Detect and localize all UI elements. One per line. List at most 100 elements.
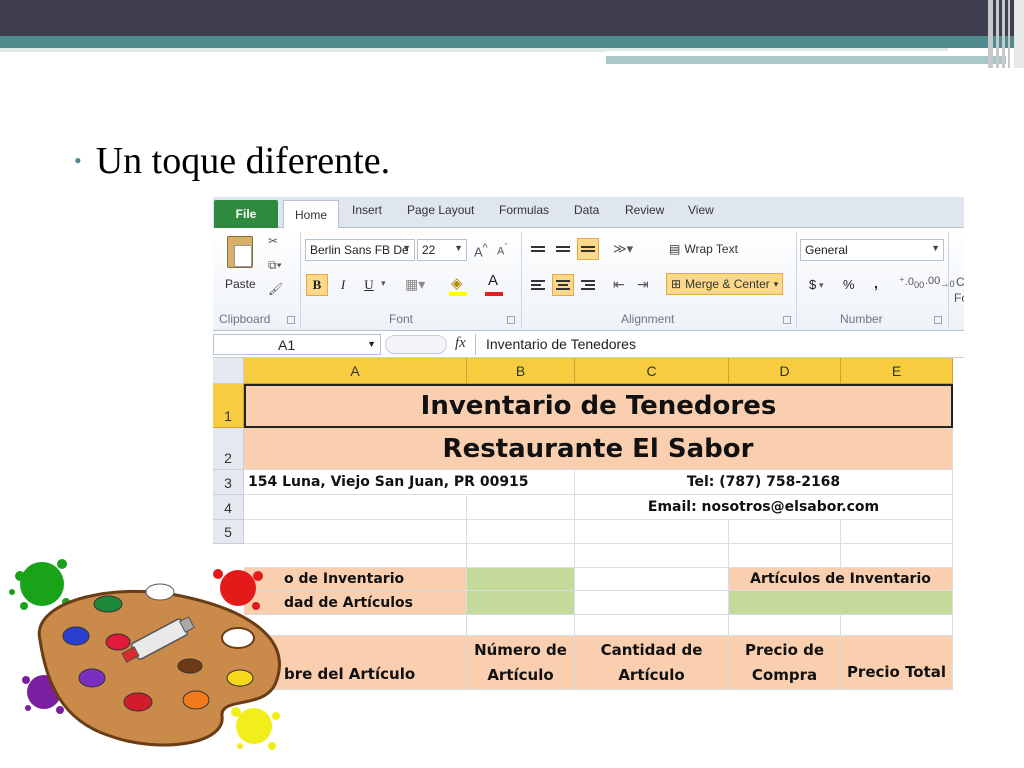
inventory-items-input-cell[interactable] xyxy=(729,591,953,615)
decrease-decimal-icon[interactable]: .00→0 xyxy=(925,275,955,289)
grow-font-icon[interactable]: A^ xyxy=(474,242,488,259)
name-box[interactable]: A1 ▼ xyxy=(213,334,381,355)
percent-button[interactable]: % xyxy=(843,277,855,292)
format-label[interactable]: Fo xyxy=(954,291,964,305)
title-cell[interactable]: Inventario de Tenedores xyxy=(244,384,953,428)
cell[interactable] xyxy=(729,615,841,636)
group-separator xyxy=(948,232,949,328)
group-separator xyxy=(300,232,301,328)
font-name-select[interactable]: Berlin Sans FB De ▼ xyxy=(305,239,415,261)
cell[interactable] xyxy=(575,591,729,615)
column-header[interactable]: E xyxy=(841,358,953,384)
slide-stripe xyxy=(1008,0,1010,68)
italic-button[interactable]: I xyxy=(332,274,354,296)
cell[interactable] xyxy=(729,520,841,544)
bottom-align-icon[interactable] xyxy=(577,238,599,260)
cell[interactable] xyxy=(244,495,467,520)
top-align-icon[interactable] xyxy=(527,238,549,260)
item-number-header-cell[interactable]: Número de Artículo xyxy=(467,636,575,690)
formula-bar-splitter[interactable] xyxy=(385,335,447,354)
inventory-input-cell[interactable] xyxy=(467,568,575,591)
cell[interactable] xyxy=(575,568,729,591)
formula-input[interactable]: Inventario de Tenedores xyxy=(475,334,964,355)
conditional-formatting-label[interactable]: C xyxy=(956,275,964,289)
group-label-clipboard: Clipboard xyxy=(219,312,271,326)
paste-button[interactable]: Paste xyxy=(225,277,256,291)
currency-button[interactable]: $ xyxy=(809,277,816,292)
paint-blob-yellow xyxy=(226,669,254,687)
bullet-dot-icon: • xyxy=(74,148,82,173)
cell[interactable] xyxy=(575,544,729,568)
alignment-launcher-icon[interactable] xyxy=(783,316,791,324)
tab-page-layout[interactable]: Page Layout xyxy=(407,203,474,217)
orientation-icon[interactable]: ≫▾ xyxy=(613,241,633,257)
cell[interactable] xyxy=(467,544,575,568)
cell[interactable] xyxy=(841,615,953,636)
tab-formulas[interactable]: Formulas xyxy=(499,203,549,217)
cut-icon[interactable]: ✂ xyxy=(268,234,278,248)
cell[interactable] xyxy=(841,520,953,544)
item-quantity-header-cell[interactable]: Cantidad de Artículo xyxy=(575,636,729,690)
row-header[interactable]: 1 xyxy=(213,384,244,428)
wrap-text-label: Wrap Text xyxy=(684,242,738,256)
bold-button[interactable]: B xyxy=(306,274,328,296)
tab-review[interactable]: Review xyxy=(625,203,664,217)
shrink-font-icon[interactable]: Aˇ xyxy=(497,242,507,258)
format-painter-icon[interactable]: 🖌 xyxy=(268,282,283,296)
fill-color-icon[interactable]: ◈ xyxy=(451,274,463,292)
row-header[interactable]: 4 xyxy=(213,495,244,520)
email-cell[interactable]: Email: nosotros@elsabor.com xyxy=(575,495,953,520)
copy-icon[interactable]: ⧉▾ xyxy=(268,258,282,273)
number-format-select[interactable]: General ▼ xyxy=(800,239,944,261)
paste-icon[interactable] xyxy=(227,236,253,268)
align-right-icon[interactable] xyxy=(577,274,599,296)
cell[interactable] xyxy=(729,544,841,568)
borders-icon[interactable]: ▦▾ xyxy=(405,276,425,293)
wrap-text-button[interactable]: ▤ Wrap Text xyxy=(669,238,738,260)
row-header[interactable]: 2 xyxy=(213,428,244,470)
chevron-down-icon[interactable]: ▾ xyxy=(819,280,824,291)
column-header[interactable]: D xyxy=(729,358,841,384)
comma-button[interactable]: , xyxy=(874,275,878,291)
select-all-corner[interactable] xyxy=(213,358,244,384)
tab-file[interactable]: File xyxy=(214,200,278,228)
group-label-number: Number xyxy=(840,312,883,326)
cell[interactable] xyxy=(467,520,575,544)
cell[interactable] xyxy=(467,615,575,636)
phone-cell[interactable]: Tel: (787) 758-2168 xyxy=(575,470,953,495)
chevron-down-icon[interactable]: ▾ xyxy=(381,278,386,289)
align-center-icon[interactable] xyxy=(552,274,574,296)
purchase-price-header-cell[interactable]: Precio de Compra xyxy=(729,636,841,690)
font-size-select[interactable]: 22 ▼ xyxy=(417,239,467,261)
increase-decimal-icon[interactable]: ⁺.000 xyxy=(899,275,924,290)
column-header[interactable]: C xyxy=(575,358,729,384)
column-header[interactable]: B xyxy=(467,358,575,384)
cell[interactable] xyxy=(575,520,729,544)
quantity-input-cell[interactable] xyxy=(467,591,575,615)
subtitle-cell[interactable]: Restaurante El Sabor xyxy=(244,428,953,470)
merge-center-button[interactable]: ⊞ Merge & Center ▾ xyxy=(666,273,784,295)
inventory-items-label-cell[interactable]: Artículos de Inventario xyxy=(729,568,953,591)
number-launcher-icon[interactable] xyxy=(934,316,942,324)
total-price-header-cell[interactable]: Precio Total xyxy=(841,636,953,690)
tab-data[interactable]: Data xyxy=(574,203,599,217)
fx-icon[interactable]: fx xyxy=(455,335,466,352)
decrease-indent-icon[interactable]: ⇤ xyxy=(613,276,625,293)
address-cell[interactable]: 154 Luna, Viejo San Juan, PR 00915 xyxy=(244,470,575,495)
underline-button[interactable]: U xyxy=(358,274,380,296)
increase-indent-icon[interactable]: ⇥ xyxy=(637,276,649,293)
row-header[interactable]: 3 xyxy=(213,470,244,495)
cell[interactable] xyxy=(467,495,575,520)
middle-align-icon[interactable] xyxy=(552,238,574,260)
cell[interactable] xyxy=(841,544,953,568)
tab-home[interactable]: Home xyxy=(283,200,339,229)
clipboard-launcher-icon[interactable] xyxy=(287,316,295,324)
column-header[interactable]: A xyxy=(244,358,467,384)
font-color-icon[interactable]: A xyxy=(488,272,498,289)
cell[interactable] xyxy=(575,615,729,636)
paint-blob-white xyxy=(145,583,175,601)
tab-insert[interactable]: Insert xyxy=(352,203,382,217)
align-left-icon[interactable] xyxy=(527,274,549,296)
tab-view[interactable]: View xyxy=(688,203,714,217)
font-launcher-icon[interactable] xyxy=(507,316,515,324)
